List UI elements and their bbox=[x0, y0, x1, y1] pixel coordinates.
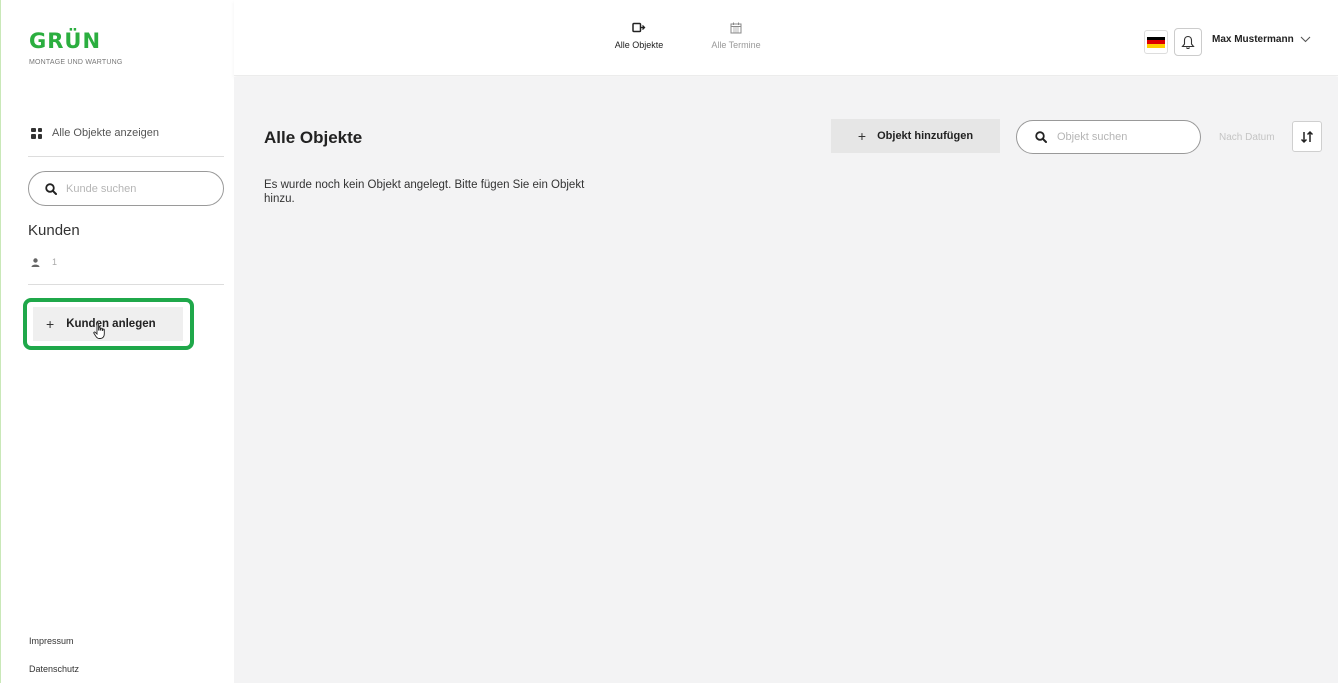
de-flag-icon bbox=[1147, 36, 1165, 48]
show-all-objects-label: Alle Objekte anzeigen bbox=[52, 127, 160, 139]
plus-icon: + bbox=[857, 128, 867, 144]
top-navigation-bar: Alle Objekte Alle Termine Max Mustermann bbox=[234, 0, 1338, 76]
page-title: Alle Objekte bbox=[264, 128, 363, 147]
plus-icon: + bbox=[46, 316, 55, 332]
customer-count-value: 1 bbox=[52, 257, 58, 267]
sidebar-divider bbox=[28, 156, 224, 157]
add-customer-button[interactable]: + Kunden anlegen bbox=[33, 307, 183, 341]
sidebar: GRÜN MONTAGE UND WARTUNG Alle Objekte an… bbox=[0, 0, 234, 683]
show-all-objects-link[interactable]: Alle Objekte anzeigen bbox=[31, 127, 159, 139]
customer-search-input[interactable] bbox=[66, 182, 206, 195]
user-name: Max Mustermann bbox=[1212, 34, 1294, 45]
imprint-link[interactable]: Impressum bbox=[29, 636, 74, 646]
brand-logo[interactable]: GRÜN MONTAGE UND WARTUNG bbox=[29, 30, 123, 66]
object-icon bbox=[632, 22, 646, 33]
brand-tagline: MONTAGE UND WARTUNG bbox=[29, 59, 123, 66]
brand-name: GRÜN bbox=[29, 29, 102, 53]
tab-all-appointments-label: Alle Termine bbox=[711, 40, 761, 50]
calendar-icon bbox=[730, 22, 742, 34]
sort-icon bbox=[1300, 130, 1314, 143]
grid-icon bbox=[31, 127, 42, 139]
search-icon bbox=[45, 182, 57, 195]
customer-count: 1 bbox=[31, 257, 57, 267]
language-selector[interactable] bbox=[1144, 30, 1168, 54]
object-search-box[interactable] bbox=[1016, 120, 1201, 154]
bell-icon bbox=[1181, 35, 1195, 49]
hand-cursor-icon bbox=[93, 322, 105, 339]
customer-search-box[interactable] bbox=[28, 171, 224, 206]
privacy-link[interactable]: Datenschutz bbox=[29, 664, 79, 674]
tab-all-objects-label: Alle Objekte bbox=[614, 40, 664, 50]
user-menu[interactable]: Max Mustermann bbox=[1212, 34, 1311, 45]
user-icon bbox=[31, 257, 40, 267]
add-object-button[interactable]: + Objekt hinzufügen bbox=[831, 119, 1000, 153]
tab-all-objects[interactable]: Alle Objekte bbox=[609, 22, 669, 50]
empty-state-message: Es wurde noch kein Objekt angelegt. Bitt… bbox=[264, 179, 585, 205]
add-object-label: Objekt hinzufügen bbox=[877, 130, 974, 142]
main-content: Alle Objekte + Objekt hinzufügen Nach Da… bbox=[234, 77, 1338, 683]
search-icon bbox=[1035, 131, 1047, 143]
notifications-button[interactable] bbox=[1174, 28, 1202, 56]
object-search-input[interactable] bbox=[1057, 131, 1197, 143]
sort-toggle-button[interactable] bbox=[1292, 121, 1322, 152]
tab-all-appointments[interactable]: Alle Termine bbox=[706, 22, 766, 50]
add-customer-label: Kunden anlegen bbox=[66, 318, 156, 330]
chevron-down-icon bbox=[1300, 36, 1311, 43]
customers-heading: Kunden bbox=[28, 222, 80, 239]
sort-label: Nach Datum bbox=[1219, 132, 1275, 143]
sidebar-divider bbox=[28, 284, 224, 285]
